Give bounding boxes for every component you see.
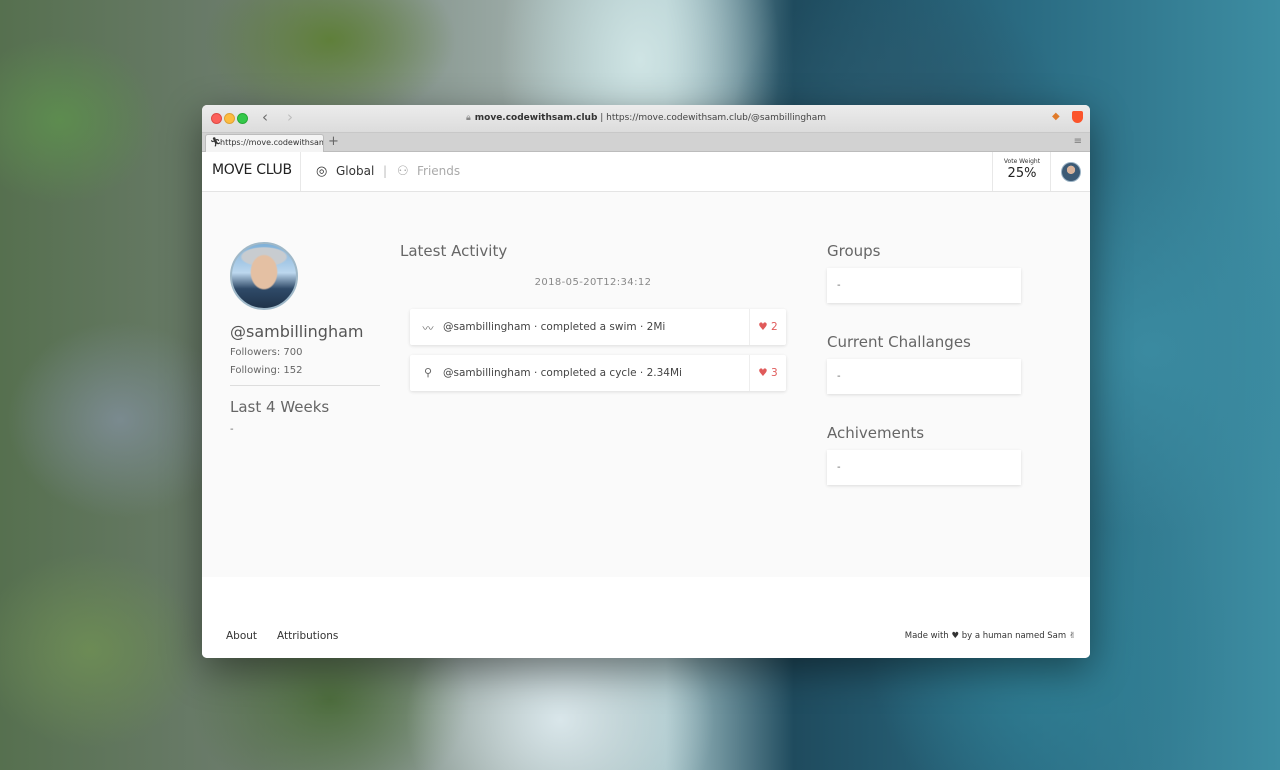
nav-divider bbox=[1050, 152, 1051, 191]
title-bar: ‹ › 🔒︎ move.codewithsam.club | https://mo… bbox=[202, 105, 1090, 133]
achievements-title: Achivements bbox=[827, 424, 925, 442]
nav-separator: | bbox=[383, 164, 388, 178]
tab-menu-icon[interactable]: ≡ bbox=[1074, 133, 1082, 150]
vote-weight: Vote Weight 25% bbox=[994, 152, 1050, 191]
tab-title: https://move.codewithsam.club/@sambillin… bbox=[220, 138, 323, 147]
groups-title: Groups bbox=[827, 242, 881, 260]
tab-bar: 🏃︎https://move.codewithsam.club/@sambill… bbox=[202, 133, 1090, 152]
activity-panel: Latest Activity 2018-05-20T12:34:12 〰 @s… bbox=[400, 242, 788, 391]
activity-text: @sambillingham · completed a cycle · 2.3… bbox=[443, 367, 682, 379]
bicycle-icon: ⚲ bbox=[423, 366, 433, 379]
profile-divider bbox=[230, 385, 380, 386]
activity-text: @sambillingham · completed a swim · 2Mi bbox=[443, 321, 666, 333]
attributions-link[interactable]: Attributions bbox=[277, 630, 338, 642]
activity-timestamp: 2018-05-20T12:34:12 bbox=[534, 277, 652, 288]
nav-friends-label: Friends bbox=[417, 164, 461, 178]
browser-window: ‹ › 🔒︎ move.codewithsam.club | https://mo… bbox=[202, 105, 1090, 658]
profile-panel: @sambillingham Followers: 700 Following:… bbox=[230, 242, 380, 435]
made-with-text: Made with ♥ by a human named Sam ✌ bbox=[904, 631, 1076, 641]
globe-icon: ◎ bbox=[316, 164, 328, 179]
brave-shield-icon[interactable] bbox=[1072, 111, 1083, 123]
activity-item[interactable]: 〰 @sambillingham · completed a swim · 2M… bbox=[410, 309, 786, 345]
address-url: | https://move.codewithsam.club/@sambill… bbox=[597, 113, 827, 123]
stats-panel: Groups - Current Challanges - Achivement… bbox=[827, 242, 1021, 485]
address-host: move.codewithsam.club bbox=[474, 113, 598, 123]
groups-box: - bbox=[827, 268, 1021, 303]
achievements-box: - bbox=[827, 450, 1021, 485]
profile-avatar bbox=[230, 242, 298, 310]
last-4-weeks-title: Last 4 Weeks bbox=[230, 398, 330, 416]
challenges-box: - bbox=[827, 359, 1021, 394]
new-tab-button[interactable]: + bbox=[328, 133, 339, 150]
following-count: Following: 152 bbox=[230, 365, 303, 376]
last-4-weeks-value: - bbox=[230, 424, 234, 435]
lock-icon: 🔒︎ bbox=[465, 113, 471, 123]
vote-weight-value: 25% bbox=[1007, 166, 1037, 181]
nav-friends[interactable]: ⚇ Friends bbox=[397, 164, 460, 179]
like-button[interactable]: ♥ 3 bbox=[749, 355, 786, 391]
nav-global-label: Global bbox=[336, 164, 375, 178]
browser-tab[interactable]: 🏃︎https://move.codewithsam.club/@sambill… bbox=[205, 134, 324, 152]
runner-favicon-icon: 🏃︎ bbox=[210, 138, 222, 148]
about-link[interactable]: About bbox=[226, 630, 257, 642]
metamask-fox-icon[interactable]: ◆ bbox=[1052, 111, 1060, 122]
vote-weight-label: Vote Weight bbox=[1003, 158, 1041, 165]
latest-activity-title: Latest Activity bbox=[400, 242, 508, 260]
users-icon: ⚇ bbox=[397, 164, 409, 179]
followers-count: Followers: 700 bbox=[230, 347, 303, 358]
app-navbar: MOVE CLUB ◎ Global | ⚇ Friends Vote Weight… bbox=[202, 152, 1090, 192]
nav-divider bbox=[992, 152, 993, 191]
challenges-title: Current Challanges bbox=[827, 333, 971, 351]
like-button[interactable]: ♥ 2 bbox=[749, 309, 786, 345]
swim-icon: 〰 bbox=[422, 322, 434, 335]
nav-divider bbox=[300, 152, 301, 191]
address-bar[interactable]: 🔒︎ move.codewithsam.club | https://move.c… bbox=[202, 113, 1090, 124]
user-avatar[interactable] bbox=[1061, 162, 1081, 182]
profile-username: @sambillingham bbox=[230, 322, 364, 341]
brand-logo[interactable]: MOVE CLUB bbox=[212, 162, 292, 178]
nav-global[interactable]: ◎ Global bbox=[316, 164, 374, 179]
footer: About Attributions Made with ♥ by a huma… bbox=[202, 577, 1090, 658]
activity-item[interactable]: ⚲ @sambillingham · completed a cycle · 2… bbox=[410, 355, 786, 391]
